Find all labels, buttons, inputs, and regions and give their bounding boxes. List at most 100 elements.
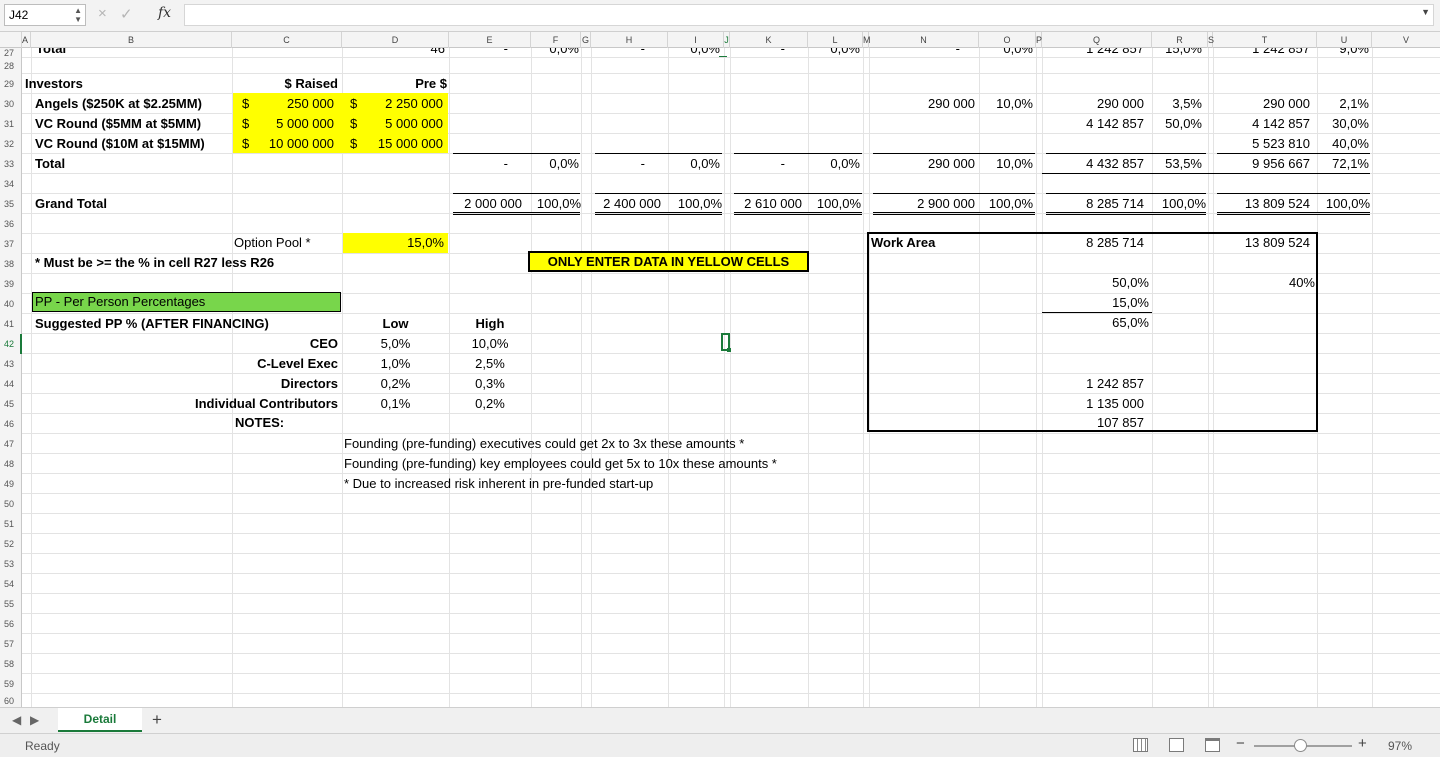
page-layout-view-icon[interactable] xyxy=(1169,738,1184,752)
row27-n[interactable]: - xyxy=(869,48,960,59)
grand-total-label[interactable]: Grand Total xyxy=(35,194,107,214)
cell-t33[interactable]: 9 956 667 xyxy=(1213,154,1310,174)
pp-low[interactable]: 5,0% xyxy=(342,334,449,354)
pp-role[interactable]: CEO xyxy=(232,334,338,354)
cell-k33[interactable]: - xyxy=(730,154,785,174)
cell-k35[interactable]: 2 610 000 xyxy=(730,194,802,214)
column-header-h[interactable]: H xyxy=(591,32,668,48)
sheet-grid[interactable]: 27 28 29 30 31 32 33 34 35 36 37 38 39 4… xyxy=(0,48,1440,707)
row-number[interactable]: 51 xyxy=(0,514,22,534)
pp-header[interactable]: PP - Per Person Percentages xyxy=(32,292,341,312)
row-number[interactable]: 57 xyxy=(0,634,22,654)
row27-e[interactable]: - xyxy=(449,48,508,59)
cell-o30[interactable]: 10,0% xyxy=(979,94,1033,114)
cell-n30[interactable]: 290 000 xyxy=(869,94,975,114)
cell-q37[interactable]: 8 285 714 xyxy=(1042,233,1144,253)
cell-u33[interactable]: 72,1% xyxy=(1317,154,1369,174)
column-header-q[interactable]: Q xyxy=(1042,32,1152,48)
row27-l[interactable]: 0,0% xyxy=(808,48,860,59)
note-line[interactable]: Founding (pre-funding) key employees cou… xyxy=(344,454,777,474)
cell-n33[interactable]: 290 000 xyxy=(869,154,975,174)
row27-o[interactable]: 0,0% xyxy=(979,48,1033,59)
cell-o35[interactable]: 100,0% xyxy=(979,194,1033,214)
row-number[interactable]: 50 xyxy=(0,494,22,514)
column-header-n[interactable]: N xyxy=(869,32,979,48)
enter-icon[interactable]: ✓ xyxy=(120,5,133,23)
column-header-i[interactable]: I xyxy=(668,32,724,48)
cell-h33[interactable]: - xyxy=(591,154,645,174)
cell-q30[interactable]: 290 000 xyxy=(1042,94,1144,114)
pp-high[interactable]: 0,3% xyxy=(449,374,531,394)
cell-u31[interactable]: 30,0% xyxy=(1317,114,1369,134)
row-number[interactable]: 58 xyxy=(0,654,22,674)
row27-i[interactable]: 0,0% xyxy=(668,48,720,59)
cell-i33[interactable]: 0,0% xyxy=(668,154,720,174)
investor-name[interactable]: VC Round ($5MM at $5MM) xyxy=(35,114,201,134)
option-pool-input[interactable]: 15,0% xyxy=(343,233,448,253)
row-number[interactable]: 35 xyxy=(0,194,22,214)
cell-f35[interactable]: 100,0% xyxy=(531,194,581,214)
pp-role[interactable]: Directors xyxy=(232,374,338,394)
cell-r30[interactable]: 3,5% xyxy=(1152,94,1202,114)
row-number[interactable]: 60 xyxy=(0,694,22,707)
cell-n35[interactable]: 2 900 000 xyxy=(869,194,975,214)
cell-t35[interactable]: 13 809 524 xyxy=(1213,194,1310,214)
investors-header[interactable]: Investors xyxy=(25,74,83,94)
column-header-b[interactable]: B xyxy=(31,32,232,48)
column-header-g[interactable]: G xyxy=(581,32,591,48)
note-line[interactable]: Founding (pre-funding) executives could … xyxy=(344,434,744,454)
zoom-in-icon[interactable]: + xyxy=(1358,735,1367,752)
row-number[interactable]: 41 xyxy=(0,314,22,334)
row-number[interactable]: 27 xyxy=(0,48,22,58)
row-number[interactable]: 36 xyxy=(0,214,22,234)
pre-money-value[interactable]: 2 250 000 xyxy=(370,94,443,114)
row27-label[interactable]: Total xyxy=(36,48,66,59)
row-number[interactable]: 28 xyxy=(0,58,22,74)
cell-r31[interactable]: 50,0% xyxy=(1152,114,1202,134)
column-header-r[interactable]: R xyxy=(1152,32,1208,48)
cell-l33[interactable]: 0,0% xyxy=(808,154,860,174)
cell-o33[interactable]: 10,0% xyxy=(979,154,1033,174)
name-box[interactable]: J42 ▲ ▼ xyxy=(4,4,86,26)
cell-t39[interactable]: 40% xyxy=(1213,273,1315,293)
row27-r[interactable]: 15,0% xyxy=(1152,48,1202,59)
row27-k[interactable]: - xyxy=(730,48,785,59)
row-number[interactable]: 46 xyxy=(0,414,22,434)
cell-u35[interactable]: 100,0% xyxy=(1317,194,1370,214)
cell-q35[interactable]: 8 285 714 xyxy=(1042,194,1144,214)
cell-f33[interactable]: 0,0% xyxy=(531,154,579,174)
formula-input[interactable] xyxy=(184,4,1434,26)
previous-sheet-icon[interactable]: ◀ xyxy=(12,713,21,727)
cell-t37[interactable]: 13 809 524 xyxy=(1213,233,1310,253)
cell-r35[interactable]: 100,0% xyxy=(1152,194,1206,214)
next-sheet-icon[interactable]: ▶ xyxy=(30,713,39,727)
pre-money-header[interactable]: Pre $ xyxy=(342,74,447,94)
pp-role[interactable]: C-Level Exec xyxy=(232,354,338,374)
cancel-icon[interactable]: × xyxy=(98,5,107,22)
add-sheet-icon[interactable]: + xyxy=(152,710,162,730)
row-number[interactable]: 37 xyxy=(0,234,22,254)
row-number[interactable]: 43 xyxy=(0,354,22,374)
fill-handle[interactable] xyxy=(727,348,731,352)
cell-q46[interactable]: 107 857 xyxy=(1042,413,1144,433)
pp-low[interactable]: 1,0% xyxy=(342,354,449,374)
pp-role[interactable]: Individual Contributors xyxy=(150,394,338,414)
row-number[interactable]: 34 xyxy=(0,174,22,194)
row-number[interactable]: 59 xyxy=(0,674,22,694)
select-all-corner[interactable] xyxy=(0,32,22,48)
pp-high[interactable]: 2,5% xyxy=(449,354,531,374)
cell-e33[interactable]: - xyxy=(449,154,508,174)
column-header-o[interactable]: O xyxy=(979,32,1036,48)
raised-value[interactable]: 5 000 000 xyxy=(262,114,334,134)
column-header-f[interactable]: F xyxy=(531,32,581,48)
cell-t30[interactable]: 290 000 xyxy=(1213,94,1310,114)
zoom-slider-thumb[interactable] xyxy=(1293,739,1307,752)
option-pool-label[interactable]: Option Pool * xyxy=(234,233,311,253)
zoom-out-icon[interactable]: − xyxy=(1236,735,1245,752)
cell-t32[interactable]: 5 523 810 xyxy=(1213,134,1310,154)
row-number[interactable]: 33 xyxy=(0,154,22,174)
raised-value[interactable]: 10 000 000 xyxy=(262,134,334,154)
row27-d[interactable]: 46 xyxy=(342,48,445,59)
row-number[interactable]: 44 xyxy=(0,374,22,394)
column-header-a[interactable]: A xyxy=(22,32,31,48)
